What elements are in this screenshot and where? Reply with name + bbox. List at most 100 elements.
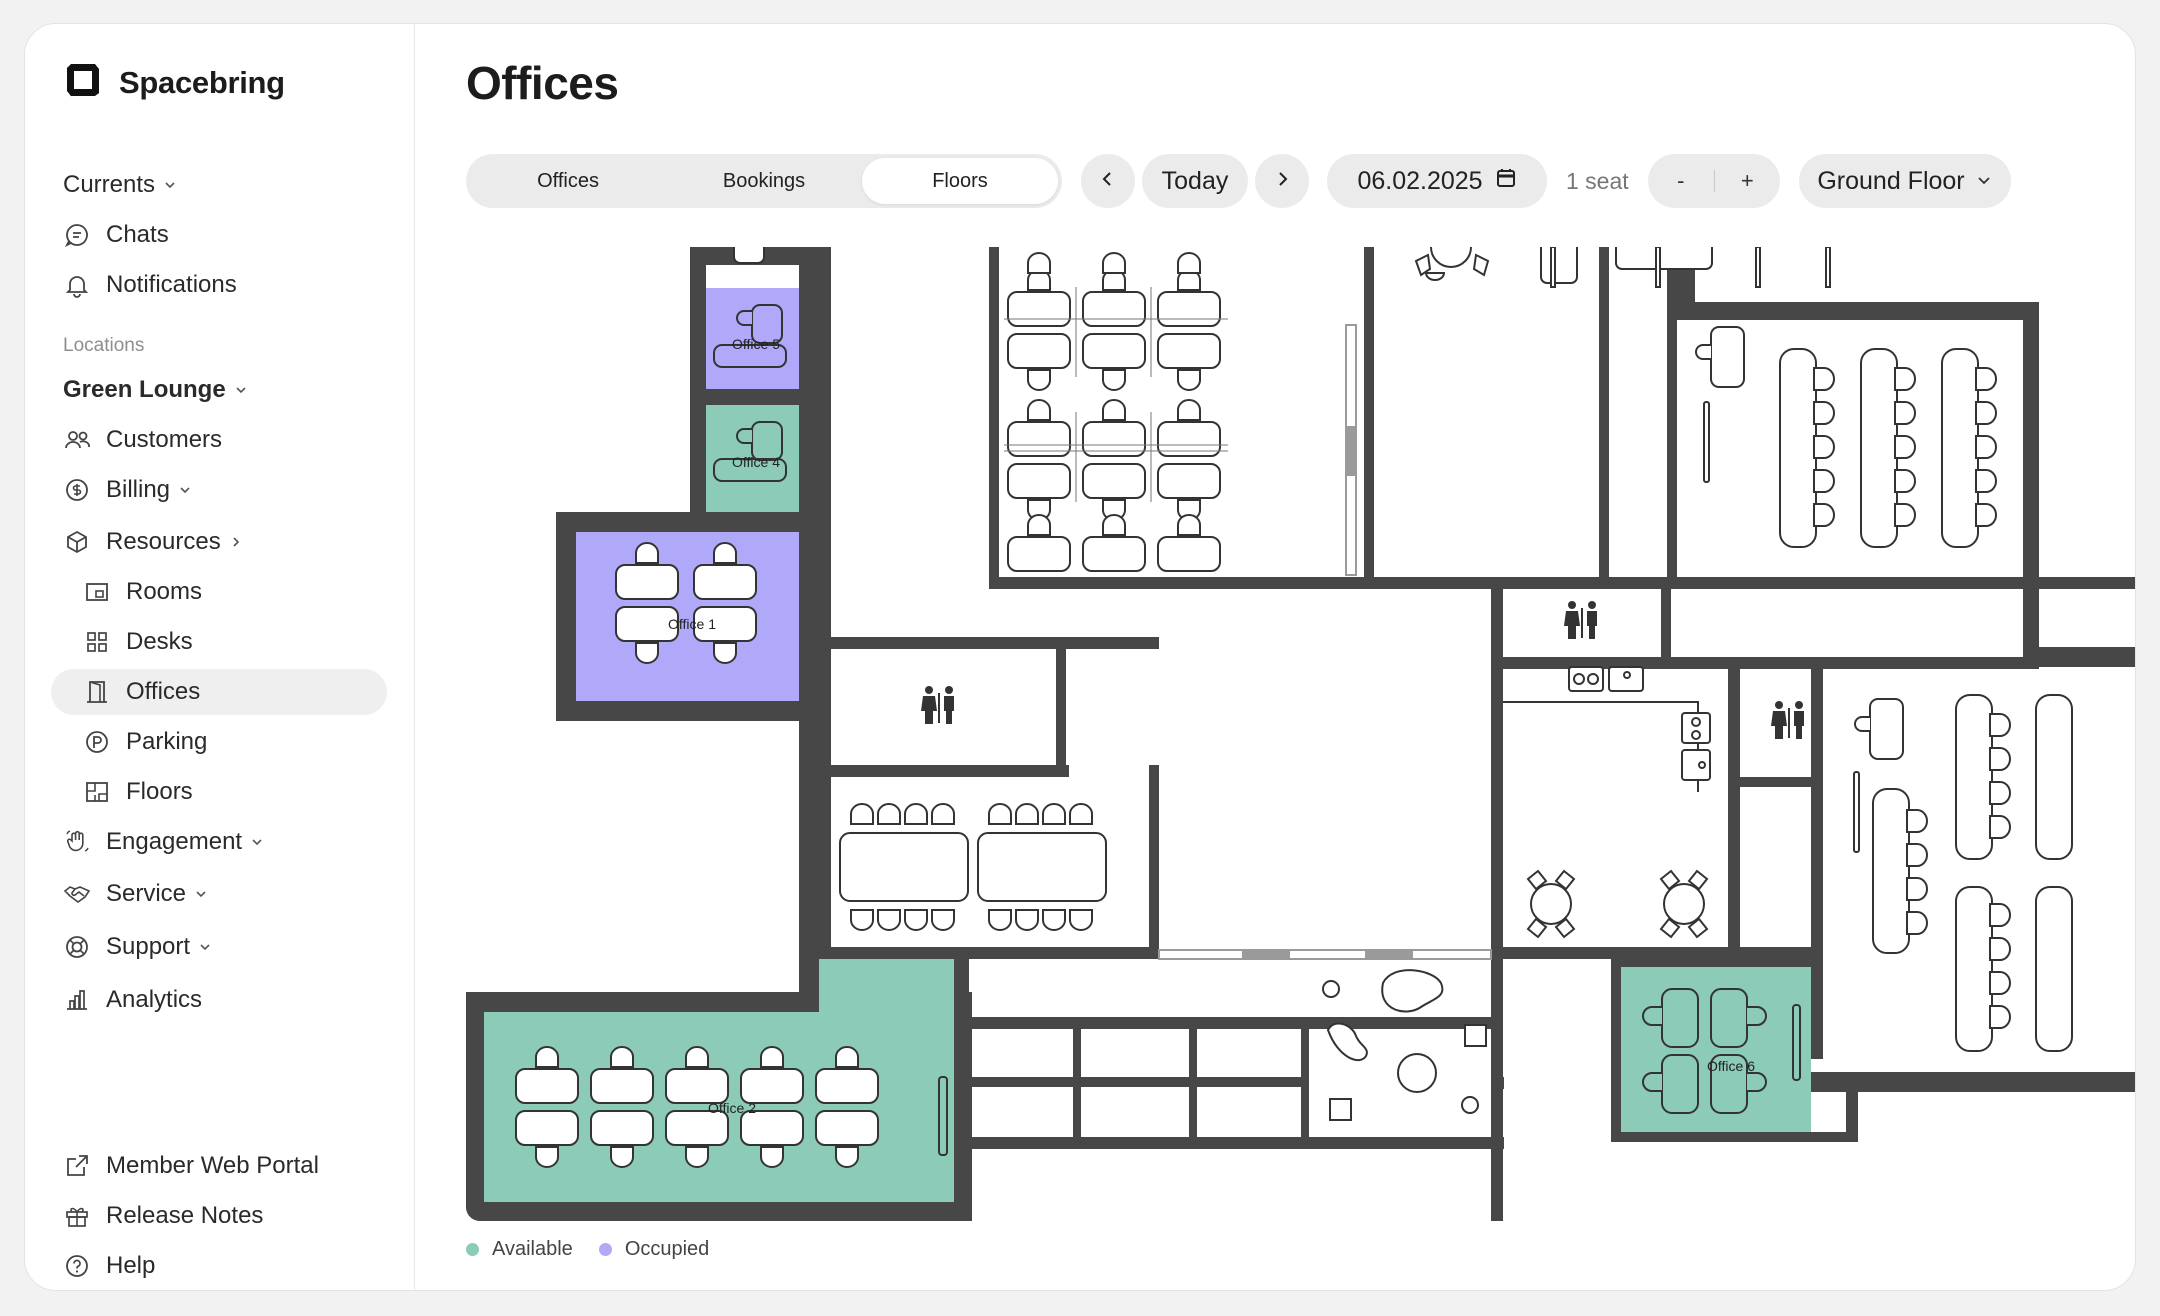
open-desks bbox=[1004, 252, 1228, 572]
chevron-down-icon bbox=[1975, 167, 1993, 196]
chevron-down-icon bbox=[194, 887, 208, 901]
nav-rooms-label: Rooms bbox=[126, 578, 203, 605]
nav-floors[interactable]: Floors bbox=[83, 769, 193, 815]
legend-available: Available bbox=[466, 1238, 573, 1261]
grid-icon bbox=[83, 628, 111, 656]
nav-engagement[interactable]: Engagement bbox=[63, 819, 264, 865]
nav-engagement-label: Engagement bbox=[106, 828, 243, 855]
page-title: Offices bbox=[466, 57, 619, 109]
office-2-label: Office 2 bbox=[708, 1100, 756, 1116]
date-picker[interactable]: 06.02.2025 bbox=[1327, 154, 1547, 208]
office-4[interactable]: Office 4 bbox=[706, 405, 799, 512]
nav-rooms[interactable]: Rooms bbox=[83, 569, 202, 615]
room-icon bbox=[83, 578, 111, 606]
today-button[interactable]: Today bbox=[1142, 154, 1248, 208]
lifebuoy-icon bbox=[63, 933, 91, 961]
nav-notifications-label: Notifications bbox=[106, 271, 237, 298]
location-switcher[interactable]: Green Lounge bbox=[63, 367, 248, 413]
app-window: Spacebring Currents Chats Notifications … bbox=[24, 23, 2136, 1291]
floor-select-value: Ground Floor bbox=[1817, 166, 1965, 195]
main-content: Offices Offices Bookings Floors Today 06… bbox=[416, 24, 2135, 1290]
nav-customers[interactable]: Customers bbox=[63, 417, 222, 463]
nav-service-label: Service bbox=[106, 880, 187, 907]
floor-select[interactable]: Ground Floor bbox=[1799, 154, 2011, 208]
furniture bbox=[733, 247, 765, 264]
chevron-down-icon bbox=[198, 940, 212, 954]
nav-resources-label: Resources bbox=[106, 528, 221, 555]
spacebring-logo-icon bbox=[63, 60, 103, 105]
nav-analytics[interactable]: Analytics bbox=[63, 977, 202, 1023]
nav-help-label: Help bbox=[106, 1252, 156, 1279]
next-day-button[interactable] bbox=[1255, 154, 1309, 208]
gift-icon bbox=[63, 1202, 91, 1230]
nav-service[interactable]: Service bbox=[63, 871, 208, 917]
nav-chats[interactable]: Chats bbox=[63, 212, 169, 258]
external-link-icon bbox=[63, 1152, 91, 1180]
nav-currents[interactable]: Currents bbox=[63, 162, 177, 208]
available-dot bbox=[466, 1243, 479, 1256]
tab-floors[interactable]: Floors bbox=[862, 158, 1058, 204]
view-tabs: Offices Bookings Floors bbox=[466, 154, 1062, 208]
wave-hand-icon bbox=[63, 828, 91, 856]
location-name: Green Lounge bbox=[63, 376, 226, 403]
previous-day-button[interactable] bbox=[1081, 154, 1135, 208]
office-1-label: Office 1 bbox=[668, 616, 716, 632]
office-5[interactable]: Office 5 bbox=[706, 288, 799, 389]
office-5-label: Office 5 bbox=[732, 336, 780, 352]
map-legend: Available Occupied bbox=[466, 1238, 735, 1261]
nav-member-web-portal[interactable]: Member Web Portal bbox=[63, 1143, 319, 1189]
nav-member-web-portal-label: Member Web Portal bbox=[106, 1152, 319, 1179]
chevron-down-icon bbox=[250, 835, 264, 849]
brand-logo[interactable]: Spacebring bbox=[63, 60, 285, 105]
increase-seats-button[interactable]: + bbox=[1715, 154, 1781, 208]
nav-notifications[interactable]: Notifications bbox=[63, 262, 237, 308]
decrease-seats-button[interactable]: - bbox=[1648, 154, 1714, 208]
parking-icon bbox=[83, 728, 111, 756]
nav-currents-label: Currents bbox=[63, 171, 156, 198]
nav-release-notes-label: Release Notes bbox=[106, 1202, 264, 1229]
locations-section-label: Locations bbox=[63, 335, 145, 356]
dollar-circle-icon bbox=[63, 476, 91, 504]
floorplan-icon bbox=[83, 778, 111, 806]
occupied-dot bbox=[598, 1243, 612, 1256]
chevron-down-icon bbox=[234, 383, 248, 397]
nav-release-notes[interactable]: Release Notes bbox=[63, 1193, 263, 1239]
sidebar: Spacebring Currents Chats Notifications … bbox=[25, 24, 415, 1290]
nav-parking[interactable]: Parking bbox=[83, 719, 207, 765]
chat-bubble-icon bbox=[63, 221, 91, 249]
chevron-right-icon bbox=[229, 535, 243, 549]
nav-offices[interactable]: Offices bbox=[51, 669, 387, 715]
nav-billing[interactable]: Billing bbox=[63, 467, 192, 513]
office-1[interactable]: Office 1 bbox=[576, 532, 799, 701]
users-icon bbox=[63, 426, 91, 454]
bell-icon bbox=[63, 271, 91, 299]
seat-count: 1 seat bbox=[1566, 168, 1629, 194]
nav-chats-label: Chats bbox=[106, 221, 169, 248]
nav-desks[interactable]: Desks bbox=[83, 619, 193, 665]
door-icon bbox=[83, 678, 111, 706]
nav-desks-label: Desks bbox=[126, 628, 193, 655]
handshake-icon bbox=[63, 880, 91, 908]
date-value: 06.02.2025 bbox=[1357, 166, 1483, 195]
brand-name: Spacebring bbox=[119, 64, 285, 100]
tab-bookings[interactable]: Bookings bbox=[666, 158, 862, 204]
nav-support-label: Support bbox=[106, 933, 191, 960]
nav-resources[interactable]: Resources bbox=[63, 519, 243, 565]
chevron-right-icon bbox=[1272, 167, 1292, 196]
office-4-label: Office 4 bbox=[732, 454, 780, 470]
nav-help[interactable]: Help bbox=[63, 1243, 155, 1289]
nav-customers-label: Customers bbox=[106, 426, 223, 453]
nav-floors-label: Floors bbox=[126, 778, 193, 805]
chevron-down-icon bbox=[178, 483, 192, 497]
legend-available-label: Available bbox=[492, 1238, 573, 1260]
office-6[interactable]: Office 6 bbox=[1621, 967, 1811, 1132]
nav-support[interactable]: Support bbox=[63, 924, 212, 970]
calendar-icon bbox=[1495, 167, 1517, 196]
tab-offices[interactable]: Offices bbox=[470, 158, 666, 204]
floor-plan: Office 5 Office 4 Office 1 Office 2 Offi… bbox=[466, 247, 2135, 1221]
nav-analytics-label: Analytics bbox=[106, 986, 203, 1013]
help-circle-icon bbox=[63, 1252, 91, 1280]
office-6-label: Office 6 bbox=[1707, 1058, 1755, 1074]
cube-icon bbox=[63, 528, 91, 556]
legend-occupied: Occupied bbox=[598, 1238, 709, 1261]
